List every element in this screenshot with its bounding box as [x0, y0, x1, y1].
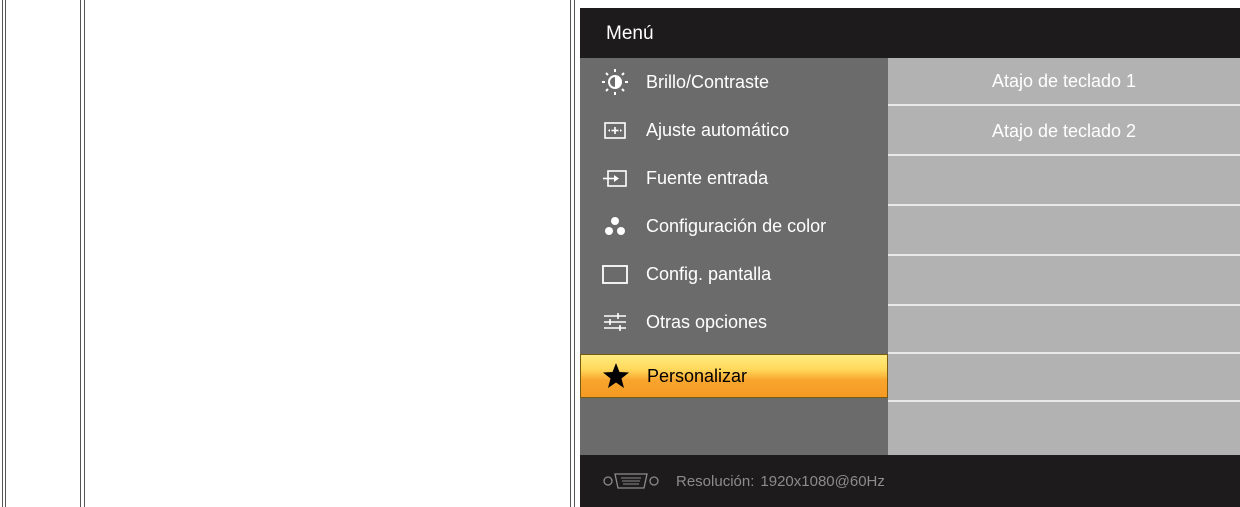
menu-item-label: Otras opciones	[646, 311, 768, 332]
resolution-value: 1920x1080@60Hz	[760, 472, 885, 490]
menu-item-auto-adjust[interactable]: Ajuste automático	[580, 106, 888, 154]
menu-item-label: Ajuste automático	[646, 119, 790, 140]
color-settings-icon	[596, 211, 634, 241]
submenu-panel: Atajo de teclado 1 Atajo de teclado 2	[888, 58, 1240, 455]
submenu-row	[888, 258, 1240, 306]
star-icon	[597, 361, 635, 391]
display-settings-icon	[596, 259, 634, 289]
resolution-label: Resolución:	[676, 472, 755, 490]
menu-item-label: Configuración de color	[646, 215, 827, 236]
osd-title: Menú	[580, 8, 1240, 58]
menu-item-personalize[interactable]: Personalizar	[580, 354, 888, 398]
table-border	[2, 0, 3, 507]
input-source-icon	[596, 163, 634, 193]
auto-adjust-icon	[596, 115, 634, 145]
submenu-item-label: Atajo de teclado 2	[991, 120, 1137, 141]
menu-item-label: Fuente entrada	[646, 167, 769, 188]
menu-item-brightness-contrast[interactable]: Brillo/Contraste	[580, 58, 888, 106]
vga-connector-icon	[602, 471, 660, 491]
submenu-item-shortcut-key-1[interactable]: Atajo de teclado 1	[888, 58, 1240, 106]
table-border	[574, 0, 575, 507]
other-settings-icon	[596, 307, 634, 337]
menu-item-label: Brillo/Contraste	[646, 71, 770, 92]
page: Menú Brillo/Contraste Ajuste automático …	[0, 0, 1240, 507]
osd-footer: Resolución: 1920x1080@60Hz	[580, 455, 1240, 507]
menu-item-label: Personalizar	[647, 365, 748, 386]
menu-item-color-settings[interactable]: Configuración de color	[580, 202, 888, 250]
submenu-row	[888, 208, 1240, 256]
submenu-item-shortcut-key-2[interactable]: Atajo de teclado 2	[888, 108, 1240, 156]
osd-menu: Menú Brillo/Contraste Ajuste automático …	[580, 8, 1240, 507]
submenu-item-label: Atajo de teclado 1	[991, 70, 1137, 91]
submenu-row	[888, 404, 1240, 452]
table-border	[84, 0, 85, 507]
submenu-row	[888, 306, 1240, 354]
table-border	[80, 0, 81, 507]
submenu-row	[888, 158, 1240, 206]
submenu-row	[888, 354, 1240, 402]
menu-item-other-settings[interactable]: Otras opciones	[580, 298, 888, 346]
menu-item-label: Config. pantalla	[646, 263, 772, 284]
brightness-contrast-icon	[596, 67, 634, 97]
menu-item-display-settings[interactable]: Config. pantalla	[580, 250, 888, 298]
table-border	[570, 0, 571, 507]
table-border	[5, 0, 6, 507]
main-menu: Brillo/Contraste Ajuste automático Fuent…	[580, 58, 888, 455]
menu-item-input-source[interactable]: Fuente entrada	[580, 154, 888, 202]
